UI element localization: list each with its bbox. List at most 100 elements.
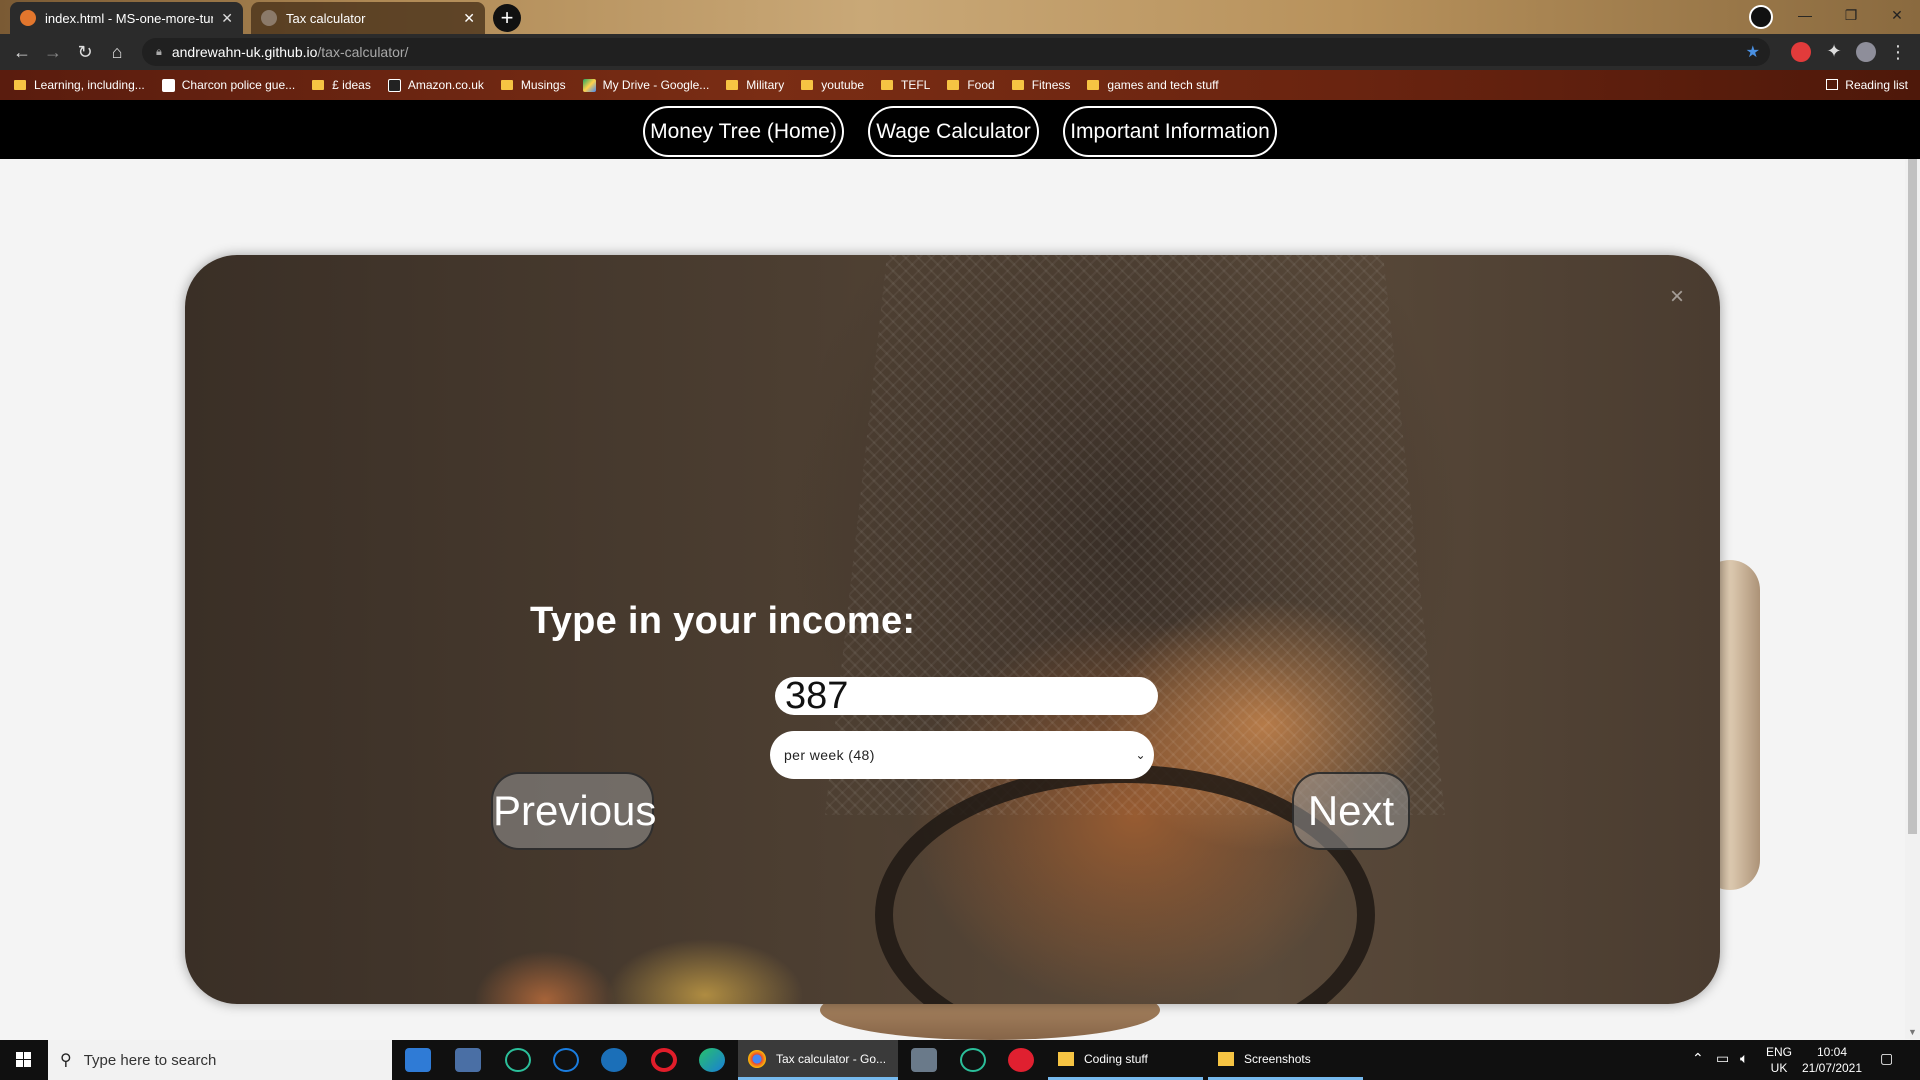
nav-wage-calculator-button[interactable]: Wage Calculator (868, 106, 1039, 157)
url-domain: andrewahn-uk.github.io (171, 44, 318, 60)
close-tab-icon[interactable]: ✕ (463, 10, 475, 27)
keyboard-layout: UK (1770, 1061, 1788, 1075)
taskbar-chrome-task[interactable]: Tax calculator - Go... (738, 1040, 898, 1080)
folder-icon (1087, 80, 1100, 90)
mail-app-icon[interactable] (405, 1048, 431, 1072)
bookmark-item[interactable]: youtube (801, 78, 864, 92)
volume-icon[interactable]: 🔈︎ (1740, 1050, 1748, 1080)
windows-logo-icon (24, 1060, 31, 1067)
folder-icon (1218, 1051, 1234, 1066)
opera-app-icon[interactable] (651, 1048, 677, 1072)
home-icon[interactable]: ⌂ (105, 40, 129, 64)
forward-icon[interactable]: → (41, 40, 65, 64)
edge-app-icon[interactable] (699, 1048, 725, 1072)
notifications-icon[interactable]: ▢ (1880, 1050, 1893, 1080)
bookmark-label: Amazon.co.uk (407, 78, 484, 92)
cloud-app-icon[interactable] (553, 1048, 579, 1072)
tab-tax-calculator[interactable]: Tax calculator ✕ (251, 2, 485, 34)
income-modal: × (185, 255, 1720, 1004)
folder-icon (947, 80, 960, 90)
steam-app-icon[interactable] (601, 1048, 627, 1072)
folder-icon (1058, 1051, 1074, 1066)
previous-button[interactable]: Previous (491, 772, 656, 850)
reading-list-icon (1826, 79, 1839, 90)
bookmark-star-icon[interactable]: ★ (1746, 42, 1760, 62)
bookmark-label: Food (967, 78, 995, 92)
tab-index-html[interactable]: index.html - MS-one-more-turn ✕ (10, 2, 243, 34)
bookmark-item[interactable]: Amazon.co.uk (387, 78, 484, 92)
clock-date: 21/07/2021 (1801, 1061, 1863, 1075)
network-icon[interactable]: ▭ (1716, 1050, 1729, 1080)
scroll-down-arrow-icon[interactable]: ▼ (1908, 1027, 1917, 1037)
bookmark-item[interactable]: My Drive - Google... (582, 78, 709, 92)
upwork-app-icon[interactable] (505, 1048, 531, 1072)
scrollbar-thumb[interactable] (1908, 159, 1917, 834)
windows-logo-icon (16, 1060, 23, 1067)
bookmark-label: games and tech stuff (1107, 78, 1219, 92)
reading-list-label: Reading list (1845, 78, 1908, 92)
language-code: ENG (1766, 1045, 1793, 1059)
income-period-select[interactable]: per week (48) ⌄ (770, 731, 1154, 779)
nav-home-button[interactable]: Money Tree (Home) (643, 106, 844, 157)
search-placeholder: Type here to search (83, 1051, 217, 1069)
bookmark-item[interactable]: games and tech stuff (1087, 78, 1219, 92)
bookmark-label: TEFL (901, 78, 931, 92)
site-navbar: Money Tree (Home) Wage Calculator Import… (0, 100, 1920, 159)
windows-logo-icon (24, 1052, 31, 1059)
bookmark-item[interactable]: Food (947, 78, 995, 92)
folder-icon (312, 80, 325, 90)
bookmark-label: Fitness (1031, 78, 1071, 92)
income-input[interactable]: 387 (775, 677, 1158, 715)
folder-icon (500, 80, 513, 90)
language-indicator[interactable]: ENG UK (1766, 1044, 1792, 1080)
explorer-app-icon[interactable] (455, 1048, 481, 1072)
reload-icon[interactable]: ↻ (73, 40, 97, 64)
tab-favicon-icon (20, 10, 36, 26)
modal-close-icon[interactable]: × (1670, 283, 1684, 311)
page-scrollbar[interactable]: ▼ (1905, 159, 1920, 1039)
clock-time: 10:04 (1816, 1045, 1848, 1059)
close-window-icon[interactable]: ✕ (1874, 0, 1920, 32)
extensions-puzzle-icon[interactable]: ✦ (1822, 39, 1846, 63)
back-icon[interactable]: ← (10, 40, 34, 64)
taskbar-coding-stuff-task[interactable]: Coding stuff (1048, 1040, 1203, 1080)
taskbar-clock[interactable]: 10:04 21/07/2021 (1800, 1044, 1864, 1080)
taskbar-search[interactable]: ⚲ Type here to search (48, 1040, 392, 1080)
tray-chevron-up-icon[interactable]: ⌃ (1692, 1050, 1704, 1080)
amazon-icon (387, 78, 401, 92)
bookmark-label: Military (746, 78, 785, 92)
bookmark-item[interactable]: Charcon police gue... (161, 78, 296, 92)
bookmark-item[interactable]: Learning, including... (14, 78, 145, 92)
minimize-icon[interactable]: — (1782, 0, 1828, 32)
bookmark-label: Charcon police gue... (181, 78, 296, 92)
folder-icon (726, 80, 739, 90)
bookmark-label: youtube (821, 78, 864, 92)
bookmark-item[interactable]: £ ideas (312, 78, 371, 92)
windows-start-button[interactable] (0, 1040, 48, 1080)
bookmark-item[interactable]: Fitness (1011, 78, 1071, 92)
bookmark-item[interactable]: Musings (500, 78, 566, 92)
calculator-app-icon[interactable] (911, 1048, 937, 1072)
address-bar[interactable]: 🔒︎ andrewahn-uk.github.io /tax-calculato… (142, 38, 1770, 66)
red-app-icon[interactable] (1008, 1048, 1034, 1072)
google-drive-icon (582, 78, 596, 92)
profile-avatar[interactable] (1856, 42, 1876, 62)
taskbar-screenshots-task[interactable]: Screenshots (1208, 1040, 1363, 1080)
bookmark-label: £ ideas (332, 78, 371, 92)
close-tab-icon[interactable]: ✕ (221, 10, 233, 27)
nav-important-information-button[interactable]: Important Information (1063, 106, 1277, 157)
restore-icon[interactable]: ❐ (1828, 0, 1874, 32)
adblock-extension-icon[interactable] (1791, 42, 1811, 62)
next-button[interactable]: Next (1292, 772, 1410, 850)
reading-list-button[interactable]: Reading list (1826, 78, 1908, 92)
tab-search-icon[interactable] (1749, 5, 1773, 29)
bookmark-item[interactable]: Military (726, 78, 784, 92)
task-label: Screenshots (1244, 1051, 1311, 1066)
task-label: Tax calculator - Go... (776, 1051, 887, 1066)
browser-toolbar: ← → ↻ ⌂ 🔒︎ andrewahn-uk.github.io /tax-c… (0, 34, 1920, 70)
bookmark-item[interactable]: TEFL (881, 78, 930, 92)
menu-kebab-icon[interactable]: ⋮ (1886, 40, 1910, 64)
new-tab-button[interactable]: + (493, 4, 521, 32)
gitkraken-app-icon[interactable] (960, 1048, 986, 1072)
tab-favicon-icon (261, 10, 277, 26)
